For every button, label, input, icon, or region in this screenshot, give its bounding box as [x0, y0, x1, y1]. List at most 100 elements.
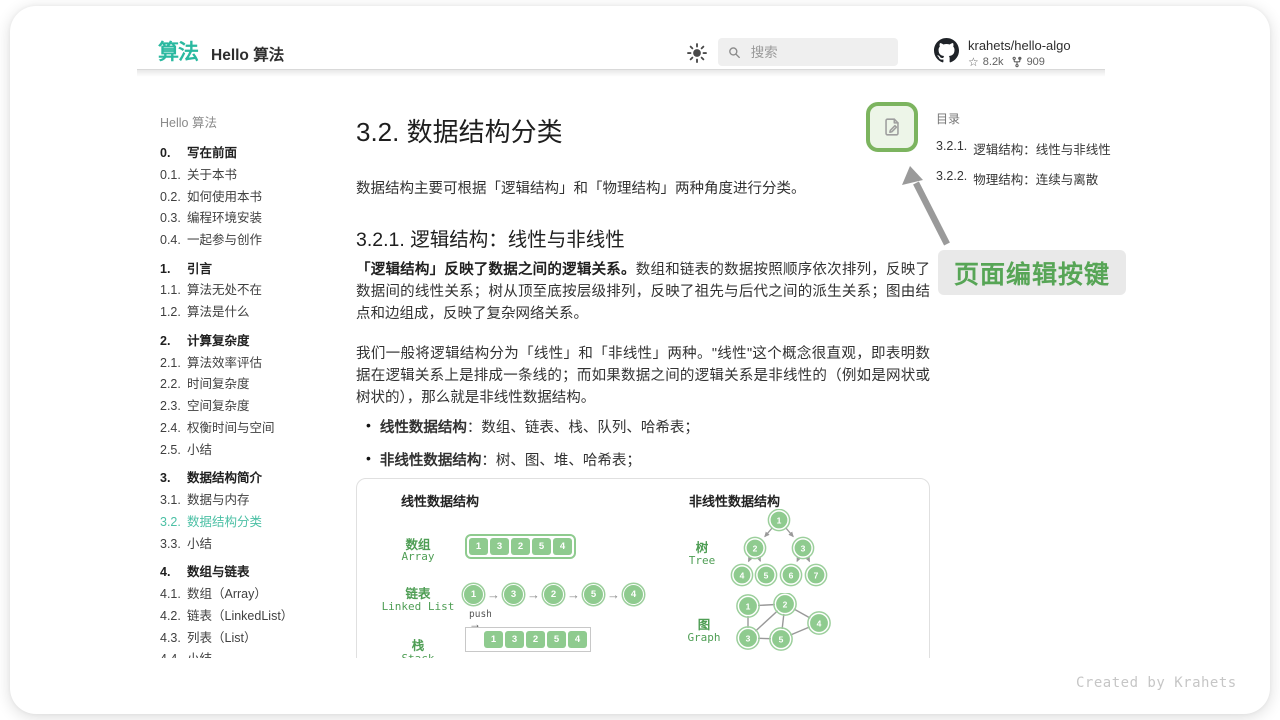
sidebar-item-label: 如何使用本书	[187, 191, 262, 205]
sidebar-item-label: 数据结构简介	[187, 472, 262, 486]
sidebar-item-label: 小结	[187, 538, 212, 552]
sidebar-item-label: 小结	[187, 653, 212, 658]
svg-text:1: 1	[777, 516, 782, 526]
sidebar-item[interactable]: 4.3.列表（List）	[160, 632, 340, 646]
sidebar-item-number: 2.1.	[160, 357, 187, 371]
bullet-list: • 线性数据结构：数组、链表、栈、队列、哈希表； • 非线性数据结构：树、图、堆…	[366, 416, 930, 482]
sidebar-item-number: 4.3.	[160, 632, 187, 646]
star-count: 8.2k	[983, 56, 1004, 68]
sidebar-item[interactable]: 1.引言	[160, 263, 340, 277]
toc-item[interactable]: 3.2.1.逻辑结构：线性与非线性	[936, 139, 1111, 158]
sidebar-item[interactable]: 3.数据结构简介	[160, 472, 340, 486]
sidebar-item-label: 小结	[187, 444, 212, 458]
list-node: 4	[623, 584, 644, 605]
toc-item[interactable]: 3.2.2.物理结构：连续与离散	[936, 169, 1111, 188]
sidebar-item-label: 数组与链表	[187, 566, 250, 580]
tree-diagram: 1234567	[721, 509, 839, 589]
sidebar-item[interactable]: 3.1.数据与内存	[160, 494, 340, 508]
sidebar-item[interactable]: 0.4.一起参与创作	[160, 234, 340, 248]
section-heading: 3.2.1. 逻辑结构：线性与非线性	[356, 223, 625, 252]
sidebar-item[interactable]: 0.1.关于本书	[160, 169, 340, 183]
sidebar-item-label: 时间复杂度	[187, 378, 250, 392]
fork-count: 909	[1027, 56, 1045, 68]
sidebar-title: Hello 算法	[160, 112, 340, 131]
toc-item-label: 逻辑结构：线性与非线性	[973, 139, 1111, 158]
watermark: Created by Krahets	[1076, 675, 1237, 691]
sidebar-item-label: 数组（Array）	[187, 588, 267, 602]
sidebar-item[interactable]: 2.3.空间复杂度	[160, 400, 340, 414]
sidebar-item-label: 空间复杂度	[187, 400, 250, 414]
search-input[interactable]	[749, 44, 888, 61]
page-title: 3.2. 数据结构分类	[356, 112, 563, 149]
bullet-dot: •	[366, 416, 371, 437]
github-repo-link[interactable]: krahets/hello-algo ☆ 8.2k 909	[934, 38, 1071, 68]
theme-toggle-icon[interactable]	[687, 43, 707, 63]
sidebar-item-number: 2.3.	[160, 400, 187, 414]
repo-stats: ☆ 8.2k 909	[968, 56, 1071, 68]
figure-linear-title: 线性数据结构	[401, 491, 479, 510]
sidebar-item-label: 计算复杂度	[187, 335, 250, 349]
sidebar-item[interactable]: 2.1.算法效率评估	[160, 357, 340, 371]
sidebar-item-number: 1.	[160, 263, 187, 277]
sidebar-item[interactable]: 4.2.链表（LinkedList）	[160, 610, 340, 624]
intro-paragraph: 数据结构主要可根据「逻辑结构」和「物理结构」两种角度进行分类。	[356, 178, 930, 200]
sidebar-item-number: 2.2.	[160, 378, 187, 392]
site-title: Hello 算法	[211, 43, 284, 65]
bullet-dot: •	[366, 449, 371, 470]
paragraph-2: 我们一般将逻辑结构分为「线性」和「非线性」两种。"线性"这个概念很直观，即表明数…	[356, 343, 930, 409]
svg-text:7: 7	[814, 571, 819, 581]
sidebar: Hello 算法 0.写在前面 0.1.关于本书 0.2.如何使用本书 0.3.编程环…	[160, 112, 340, 658]
stack-diagram: 13254	[465, 627, 591, 652]
linked-list-diagram: 1→3→2→5→4	[463, 584, 644, 605]
sidebar-item-number: 2.5.	[160, 444, 187, 458]
sidebar-item[interactable]: 0.写在前面	[160, 147, 340, 161]
sidebar-item-label: 写在前面	[187, 147, 237, 161]
list-item: • 线性数据结构：数组、链表、栈、队列、哈希表；	[366, 416, 930, 437]
pop-arrow-icon: ←	[467, 654, 479, 658]
sidebar-nav: 0.写在前面 0.1.关于本书 0.2.如何使用本书 0.3.编程环境安装 0.4.一起…	[160, 147, 340, 658]
edit-page-button[interactable]	[866, 102, 918, 152]
sidebar-item-label: 数据与内存	[187, 494, 250, 508]
sidebar-item[interactable]: 3.2.数据结构分类	[160, 516, 340, 530]
sidebar-item-label: 一起参与创作	[187, 234, 262, 248]
sidebar-item[interactable]: 2.4.权衡时间与空间	[160, 422, 340, 436]
edit-page-icon	[881, 116, 903, 138]
list-node: 2	[543, 584, 564, 605]
sidebar-item-number: 2.	[160, 335, 187, 349]
sidebar-item[interactable]: 2.计算复杂度	[160, 335, 340, 349]
sidebar-item[interactable]: 1.2.算法是什么	[160, 306, 340, 320]
list-node: 5	[583, 584, 604, 605]
sidebar-item[interactable]: 0.2.如何使用本书	[160, 191, 340, 205]
search-box	[718, 38, 898, 66]
svg-text:5: 5	[764, 571, 769, 581]
sidebar-item-number: 2.4.	[160, 422, 187, 436]
sidebar-item[interactable]: 0.3.编程环境安装	[160, 212, 340, 226]
linked-list-sublabel: Linked List	[373, 600, 463, 613]
figure-nonlinear-title: 非线性数据结构	[689, 491, 780, 510]
sidebar-item-number: 4.1.	[160, 588, 187, 602]
sidebar-item-label: 关于本书	[187, 169, 237, 183]
array-cell: 1	[469, 538, 488, 555]
sidebar-item-label: 算法是什么	[187, 306, 250, 320]
site-logo[interactable]: 算法	[158, 36, 198, 66]
toc: 目录 3.2.1.逻辑结构：线性与非线性3.2.2.物理结构：连续与离散	[936, 110, 1111, 199]
sidebar-item[interactable]: 1.1.算法无处不在	[160, 284, 340, 298]
sidebar-item-number: 0.4.	[160, 234, 187, 248]
array-cell: 5	[532, 538, 551, 555]
sidebar-item[interactable]: 4.1.数组（Array）	[160, 588, 340, 602]
array-diagram: 13254	[465, 534, 576, 559]
sidebar-item[interactable]: 4.数组与链表	[160, 566, 340, 580]
sidebar-item[interactable]: 3.3.小结	[160, 538, 340, 552]
sidebar-item-number: 4.	[160, 566, 187, 580]
search-icon	[728, 45, 741, 60]
sidebar-item-number: 0.3.	[160, 212, 187, 226]
svg-text:3: 3	[801, 544, 806, 554]
sidebar-item[interactable]: 4.4.小结	[160, 653, 340, 658]
sidebar-item[interactable]: 2.5.小结	[160, 444, 340, 458]
array-cell: 5	[547, 631, 566, 648]
svg-text:5: 5	[779, 635, 784, 645]
annotation-label: 页面编辑按键	[938, 250, 1126, 295]
sidebar-item-label: 算法无处不在	[187, 284, 262, 298]
fork-icon	[1011, 56, 1023, 68]
sidebar-item[interactable]: 2.2.时间复杂度	[160, 378, 340, 392]
